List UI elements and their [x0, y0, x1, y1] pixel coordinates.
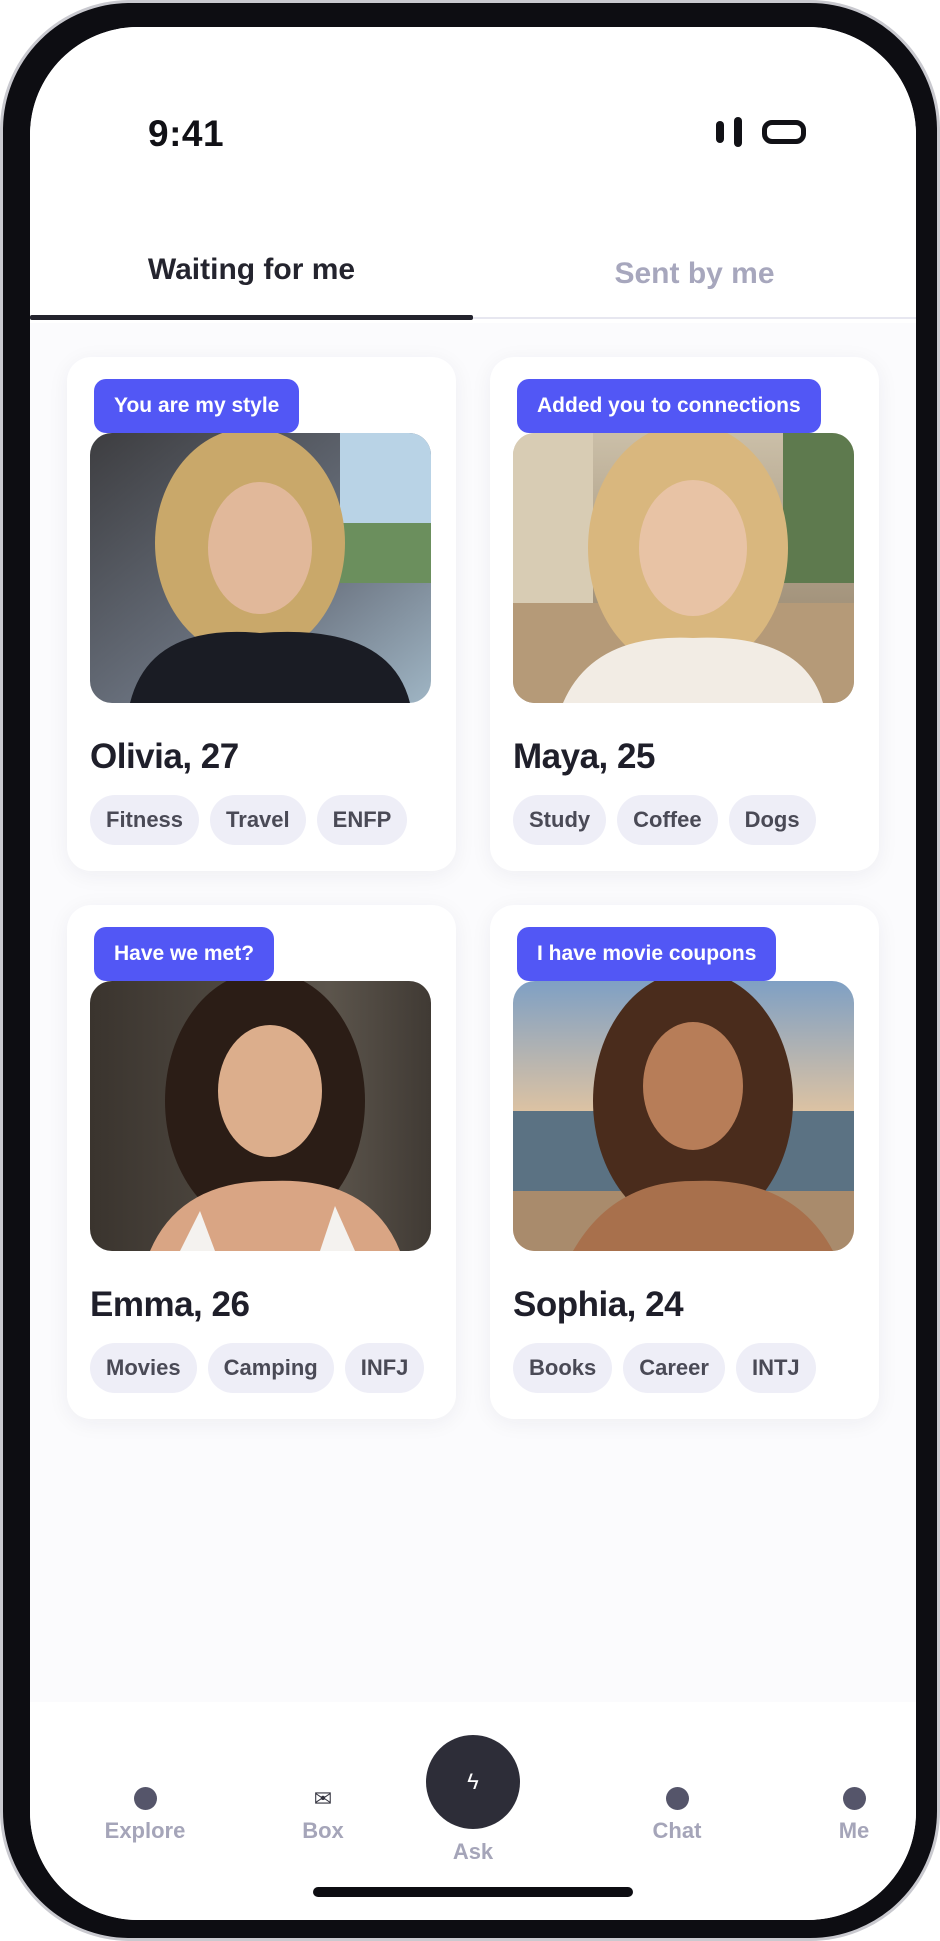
app-screen: 9:41 Waiting for me Sent by me You are m… [30, 27, 916, 1920]
signal-icon [716, 121, 724, 143]
phone-frame: 9:41 Waiting for me Sent by me You are m… [0, 0, 940, 1941]
tag-chip: Fitness [90, 795, 200, 845]
profile-card-maya[interactable]: Added you to connections Maya, 25 Study … [490, 357, 879, 871]
nav-explore[interactable]: Explore [85, 1787, 205, 1844]
chat-icon [665, 1787, 689, 1810]
signal-icon-bar [734, 117, 742, 147]
nav-me[interactable]: Me [794, 1787, 914, 1844]
tag-chip: Coffee [617, 795, 718, 845]
tag-chip: Camping [207, 1343, 334, 1393]
profile-card-sophia[interactable]: I have movie coupons Sophia, 24 Books Ca… [490, 905, 879, 1419]
tag-chip: Travel [210, 795, 306, 845]
profile-name: Olivia, 27 [90, 737, 239, 776]
header: 9:41 Waiting for me Sent by me [30, 27, 916, 323]
profile-photo-image [90, 981, 431, 1251]
profile-name: Maya, 25 [513, 737, 655, 776]
tab-divider [473, 317, 916, 319]
message-badge: I have movie coupons [517, 927, 777, 981]
tag-chip: Career [623, 1343, 725, 1393]
nav-box[interactable]: ✉ Box [263, 1787, 383, 1844]
tag-chip: INTJ [735, 1343, 816, 1393]
profile-photo[interactable] [90, 981, 431, 1251]
tag-chip: ENFP [316, 795, 408, 845]
profile-photo[interactable] [513, 981, 854, 1251]
envelope-icon: ✉ [313, 1786, 333, 1811]
ask-button[interactable]: ϟ [426, 1735, 520, 1829]
message-badge: Added you to connections [517, 379, 821, 433]
tab-sent-by-me[interactable]: Sent by me [473, 257, 916, 291]
battery-icon [762, 120, 806, 144]
status-icons [716, 117, 806, 147]
tag-chip: Movies [90, 1343, 197, 1393]
interest-tags: Books Career INTJ [513, 1343, 816, 1393]
home-indicator [313, 1887, 633, 1897]
nav-chat[interactable]: Chat [617, 1787, 737, 1844]
nav-label: Chat [652, 1818, 702, 1843]
profile-icon [842, 1787, 866, 1810]
profile-name: Emma, 26 [90, 1285, 250, 1324]
tag-chip: Dogs [728, 795, 816, 845]
interest-tags: Fitness Travel ENFP [90, 795, 408, 845]
profile-name: Sophia, 24 [513, 1285, 684, 1324]
message-badge: You are my style [94, 379, 300, 433]
profile-photo-image [513, 981, 854, 1251]
tab-active-indicator [30, 315, 473, 320]
profile-photo-image [513, 433, 854, 703]
tag-chip: Books [513, 1343, 613, 1393]
profile-photo[interactable] [513, 433, 854, 703]
message-badge: Have we met? [94, 927, 275, 981]
profile-card-olivia[interactable]: You are my style Olivia, 27 Fitness Trav… [67, 357, 456, 871]
nav-label-ask: Ask [452, 1839, 494, 1864]
tag-chip: INFJ [344, 1343, 425, 1393]
nav-label: Box [302, 1818, 344, 1843]
profile-photo-image [90, 433, 431, 703]
profile-card-emma[interactable]: Have we met? Emma, 26 Movies Camping INF… [67, 905, 456, 1419]
status-time: 9:41 [148, 113, 225, 154]
explore-icon [133, 1787, 157, 1810]
profile-photo[interactable] [90, 433, 431, 703]
lightning-icon: ϟ [467, 1769, 479, 1794]
nav-label: Explore [104, 1818, 186, 1843]
tab-waiting-for-me[interactable]: Waiting for me [30, 253, 473, 287]
nav-label: Me [838, 1818, 870, 1843]
tag-chip: Study [513, 795, 607, 845]
interest-tags: Study Coffee Dogs [513, 795, 816, 845]
interest-tags: Movies Camping INFJ [90, 1343, 425, 1393]
